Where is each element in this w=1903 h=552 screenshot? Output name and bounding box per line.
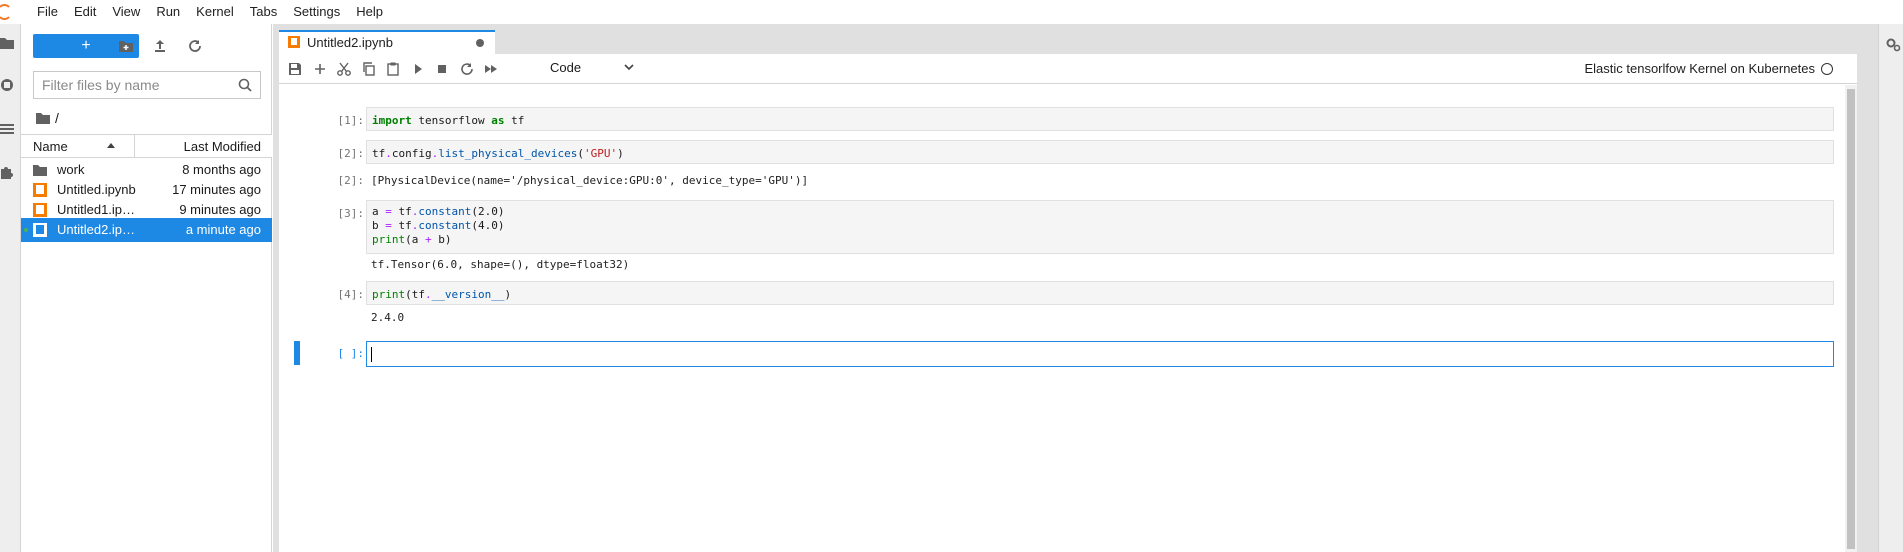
menu-file[interactable]: File xyxy=(29,0,66,24)
cell-4-prompt: [4]: xyxy=(337,288,365,301)
extension-icon[interactable] xyxy=(0,165,14,179)
restart-kernel-icon[interactable] xyxy=(459,61,475,77)
kernel-status-idle-icon xyxy=(1821,63,1833,75)
filter-files-input[interactable] xyxy=(34,72,229,98)
cell-1-code[interactable]: import tensorflow as tf xyxy=(366,107,1834,131)
cell-4-output: 2.4.0 xyxy=(371,311,405,324)
kernel-name[interactable]: Elastic tensorlfow Kernel on Kubernetes xyxy=(1584,61,1815,76)
folder-tab-icon[interactable] xyxy=(0,36,14,50)
menu-help[interactable]: Help xyxy=(348,0,391,24)
file-browser: + / Name Last Modified work 8 months ago U… xyxy=(21,24,272,552)
menu-kernel[interactable]: Kernel xyxy=(188,0,242,24)
cell-2-output: [PhysicalDevice(name='/physical_device:G… xyxy=(371,174,809,187)
file-name: work xyxy=(57,162,85,177)
breadcrumb: / xyxy=(36,108,59,128)
text-cursor xyxy=(371,347,372,362)
folder-icon xyxy=(33,165,47,176)
upload-icon[interactable] xyxy=(152,38,168,54)
active-cell-indicator xyxy=(294,341,300,365)
notebook-panel: Code Elastic tensorlfow Kernel on Kubern… xyxy=(279,54,1857,552)
scrollbar-thumb[interactable] xyxy=(1847,89,1855,549)
paste-icon[interactable] xyxy=(385,61,401,77)
file-name: Untitled1.ipynb xyxy=(57,202,137,217)
menu-bar: File Edit View Run Kernel Tabs Settings Help xyxy=(0,0,1903,24)
jupyter-logo-icon xyxy=(0,4,10,20)
unsaved-indicator-icon[interactable] xyxy=(476,39,484,47)
notebook-icon xyxy=(288,36,300,48)
menu-run[interactable]: Run xyxy=(148,0,188,24)
restart-run-all-icon[interactable] xyxy=(483,61,499,77)
search-icon xyxy=(238,78,252,92)
sort-ascending-icon xyxy=(107,143,115,148)
file-modified: 9 minutes ago xyxy=(179,202,261,217)
column-modified-header[interactable]: Last Modified xyxy=(184,139,261,154)
home-folder-icon[interactable] xyxy=(36,111,50,125)
property-inspector-gear-icon[interactable] xyxy=(1885,36,1901,52)
active-cell-editor[interactable] xyxy=(366,341,1834,367)
file-modified: 17 minutes ago xyxy=(172,182,261,197)
copy-icon[interactable] xyxy=(361,61,377,77)
file-name: Untitled.ipynb xyxy=(57,182,136,197)
menu-edit[interactable]: Edit xyxy=(66,0,104,24)
running-sessions-icon[interactable] xyxy=(0,78,14,92)
right-sidebar xyxy=(1878,24,1903,552)
cell-3-code[interactable]: a = tf.constant(2.0) b = tf.constant(4.0… xyxy=(366,200,1834,254)
refresh-icon[interactable] xyxy=(187,38,203,54)
main-area: Untitled2.ipynb Code Elastic tensorlfow … xyxy=(273,24,1878,552)
file-browser-toolbar: + xyxy=(21,34,272,60)
new-folder-icon[interactable] xyxy=(118,38,134,54)
cut-icon[interactable] xyxy=(336,61,352,77)
menu-view[interactable]: View xyxy=(104,0,148,24)
cell-3-prompt: [3]: xyxy=(337,207,365,220)
interrupt-icon[interactable] xyxy=(434,61,450,77)
vertical-scrollbar[interactable] xyxy=(1845,85,1857,552)
cell-2-prompt: [2]: xyxy=(337,147,365,160)
running-indicator xyxy=(24,228,28,232)
notebook-toolbar: Code Elastic tensorlfow Kernel on Kubern… xyxy=(279,54,1857,84)
cell-3-output: tf.Tensor(6.0, shape=(), dtype=float32) xyxy=(371,258,630,271)
notebook-icon xyxy=(33,203,47,217)
cell-4-code[interactable]: print(tf.__version__) xyxy=(366,281,1834,305)
cell-5-prompt: [ ]: xyxy=(337,347,365,360)
cell-type-dropdown[interactable]: Code xyxy=(550,58,636,78)
chevron-down-icon xyxy=(624,64,634,71)
tab-bar: Untitled2.ipynb xyxy=(273,24,1878,54)
cell-1-prompt: [1]: xyxy=(337,114,365,127)
file-row[interactable]: Untitled2.ipynb a minute ago xyxy=(21,218,272,242)
menu-tabs[interactable]: Tabs xyxy=(242,0,285,24)
notebook-icon xyxy=(33,183,47,197)
file-modified: 8 months ago xyxy=(182,162,261,177)
cell-type-value: Code xyxy=(550,60,582,75)
file-modified: a minute ago xyxy=(185,222,261,237)
menu-settings[interactable]: Settings xyxy=(285,0,348,24)
cell-2-output-prompt: [2]: xyxy=(337,174,365,187)
breadcrumb-root[interactable]: / xyxy=(55,110,59,126)
column-name-header[interactable]: Name xyxy=(33,139,68,154)
cell-2-code[interactable]: tf.config.list_physical_devices('GPU') xyxy=(366,140,1834,164)
tab-untitled2[interactable]: Untitled2.ipynb xyxy=(279,30,495,54)
save-icon[interactable] xyxy=(287,61,303,77)
tab-label: Untitled2.ipynb xyxy=(307,35,393,50)
listing-header: Name Last Modified xyxy=(21,134,272,158)
notebook-icon xyxy=(33,223,47,237)
file-name: Untitled2.ipynb xyxy=(57,222,137,237)
run-icon[interactable] xyxy=(410,61,426,77)
filter-files-field xyxy=(33,71,261,99)
activity-bar xyxy=(0,24,21,552)
column-divider xyxy=(134,135,135,157)
toc-icon[interactable] xyxy=(0,122,14,136)
insert-cell-icon[interactable] xyxy=(312,61,328,77)
